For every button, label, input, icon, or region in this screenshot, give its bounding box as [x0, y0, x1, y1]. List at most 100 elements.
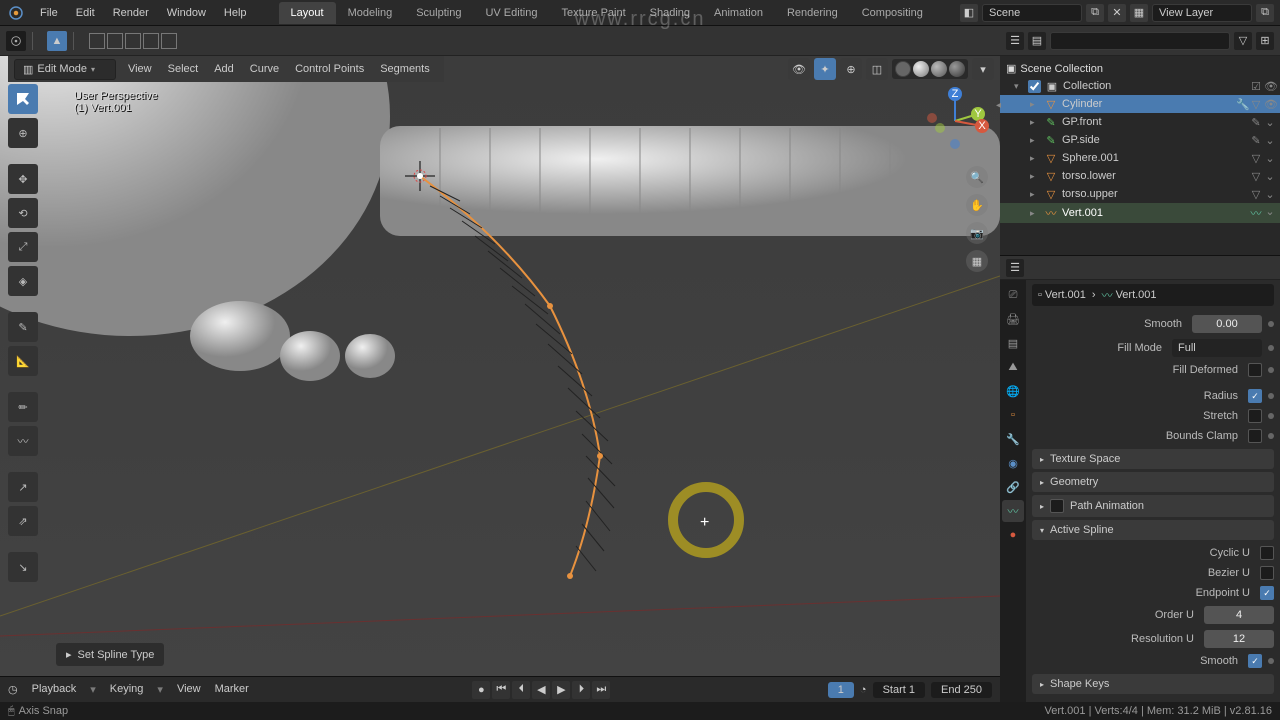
mesh-data-icon[interactable]: ▽	[1250, 98, 1262, 111]
bezier-checkbox[interactable]	[1260, 566, 1274, 580]
modifier-tab-icon[interactable]: 🔧	[1002, 428, 1024, 450]
menu-view[interactable]: View	[120, 60, 160, 78]
disclosure-icon[interactable]: ▸	[1030, 208, 1040, 219]
animate-dot-icon[interactable]	[1268, 658, 1274, 664]
menu-help[interactable]: Help	[216, 3, 255, 23]
collection-row[interactable]: ▾ ▣ Collection ☑👁	[1000, 77, 1280, 95]
output-tab-icon[interactable]: 🖨	[1002, 308, 1024, 330]
scene-delete-icon[interactable]: ✕	[1108, 4, 1126, 22]
lookdev-shading-icon[interactable]	[931, 61, 947, 77]
constraint-tab-icon[interactable]: 🔗	[1002, 476, 1024, 498]
scene-collection-row[interactable]: ▣ Scene Collection	[1000, 60, 1280, 77]
wireframe-shading-icon[interactable]	[895, 61, 911, 77]
display-mode-icon[interactable]: ▤	[1028, 32, 1046, 50]
tab-rendering[interactable]: Rendering	[775, 2, 850, 24]
play-icon[interactable]: ▶	[552, 681, 570, 699]
autokey-toggle-icon[interactable]: ●	[472, 681, 490, 699]
viewlayer-browse-icon[interactable]: ▦	[1130, 4, 1148, 22]
crumb-data[interactable]: 〰Vert.001	[1102, 287, 1157, 303]
chevron-down-icon[interactable]: ⌄	[1264, 134, 1276, 147]
end-frame-input[interactable]: 250	[964, 684, 982, 696]
select-mode-intersect-icon[interactable]	[161, 33, 177, 49]
modifier-icon[interactable]: 🔧	[1236, 98, 1248, 111]
disclosure-icon[interactable]: ▸	[1030, 171, 1040, 182]
disclosure-icon[interactable]: ▸	[1030, 99, 1040, 110]
curve-pen-tool[interactable]: 〰	[8, 426, 38, 456]
gp-data-icon[interactable]: ✎	[1250, 116, 1262, 129]
fillmode-dropdown[interactable]: Full	[1172, 339, 1262, 357]
curve-data-tab-icon[interactable]: 〰	[1002, 500, 1024, 522]
tab-layout[interactable]: Layout	[279, 2, 336, 24]
scene-browse-icon[interactable]: ◧	[960, 4, 978, 22]
menu-playback[interactable]: Playback	[26, 680, 83, 699]
outliner-item-vert[interactable]: ▸ 〰 Vert.001 〰⌄	[1000, 203, 1280, 223]
tab-uv-editing[interactable]: UV Editing	[473, 2, 549, 24]
pan-icon[interactable]: ✋	[966, 194, 988, 216]
eye-icon[interactable]: 👁	[1264, 98, 1276, 111]
tab-shading[interactable]: Shading	[638, 2, 702, 24]
tab-compositing[interactable]: Compositing	[850, 2, 935, 24]
crumb-object[interactable]: ▫Vert.001	[1038, 289, 1086, 301]
menu-keying[interactable]: Keying	[104, 680, 150, 699]
smooth-value[interactable]: 0.00	[1192, 315, 1262, 333]
cursor-tool[interactable]: ⊕	[8, 118, 38, 148]
jump-start-icon[interactable]: ⏮	[492, 681, 510, 699]
animate-dot-icon[interactable]	[1268, 433, 1274, 439]
render-tab-icon[interactable]: ⎚	[1002, 284, 1024, 306]
select-box-tool[interactable]	[8, 84, 38, 114]
outliner-item-cylinder[interactable]: ▸ ▽ Cylinder 🔧▽👁	[1000, 95, 1280, 113]
select-mode-extend-icon[interactable]	[107, 33, 123, 49]
keyframe-next-icon[interactable]: ⏵	[572, 681, 590, 699]
chevron-down-icon[interactable]: ⌄	[1264, 170, 1276, 183]
visibility-dropdown-icon[interactable]: 👁	[788, 58, 810, 80]
scene-tab-icon[interactable]: ⛰	[1002, 356, 1024, 378]
ortho-icon[interactable]: ▦	[966, 250, 988, 272]
animate-dot-icon[interactable]	[1268, 345, 1274, 351]
rendered-shading-icon[interactable]	[949, 61, 965, 77]
viewlayer-name-input[interactable]	[1152, 4, 1252, 22]
cyclic-checkbox[interactable]	[1260, 546, 1274, 560]
active-spline-panel[interactable]: ▾Active Spline	[1032, 520, 1274, 540]
mesh-data-icon[interactable]: ▽	[1250, 188, 1262, 201]
animate-dot-icon[interactable]	[1268, 321, 1274, 327]
outliner-search-input[interactable]	[1050, 32, 1230, 50]
menu-view[interactable]: View	[171, 680, 207, 699]
geometry-panel[interactable]: ▸Geometry	[1032, 472, 1274, 492]
shape-keys-panel[interactable]: ▸Shape Keys	[1032, 674, 1274, 694]
current-frame-input[interactable]: 1	[828, 682, 854, 698]
resolution-value[interactable]: 12	[1204, 630, 1274, 648]
menu-select[interactable]: Select	[160, 60, 207, 78]
menu-window[interactable]: Window	[159, 3, 214, 23]
disclosure-icon[interactable]: ▸	[1030, 189, 1040, 200]
rotate-tool[interactable]: ⟲	[8, 198, 38, 228]
solid-shading-icon[interactable]	[913, 61, 929, 77]
texture-space-panel[interactable]: ▸Texture Space	[1032, 449, 1274, 469]
viewlayer-tab-icon[interactable]: ▤	[1002, 332, 1024, 354]
editor-type-icon[interactable]: ☰	[1006, 259, 1024, 277]
world-tab-icon[interactable]: 🌐	[1002, 380, 1024, 402]
disclosure-icon[interactable]: ▸	[1030, 153, 1040, 164]
viewlayer-new-icon[interactable]: ⧉	[1256, 4, 1274, 22]
area-resize-handle[interactable]: ◂	[996, 56, 1004, 676]
scale-tool[interactable]: ⤢	[8, 232, 38, 262]
scene-name-input[interactable]	[982, 4, 1082, 22]
eye-icon[interactable]: 👁	[1264, 80, 1276, 93]
new-collection-icon[interactable]: ⊞	[1256, 32, 1274, 50]
path-animation-checkbox[interactable]	[1050, 499, 1064, 513]
move-tool[interactable]: ✥	[8, 164, 38, 194]
keyframe-prev-icon[interactable]: ⏴	[512, 681, 530, 699]
chevron-down-icon[interactable]: ⌄	[1264, 116, 1276, 129]
gp-data-icon[interactable]: ✎	[1250, 134, 1262, 147]
physics-tab-icon[interactable]: ◉	[1002, 452, 1024, 474]
animate-dot-icon[interactable]	[1268, 367, 1274, 373]
gizmo-toggle-icon[interactable]: ✦	[814, 58, 836, 80]
tab-animation[interactable]: Animation	[702, 2, 775, 24]
outliner-item-gpfront[interactable]: ▸ ✎ GP.front ✎⌄	[1000, 113, 1280, 131]
transform-tool[interactable]: ◈	[8, 266, 38, 296]
tilt-tool[interactable]: ↗	[8, 472, 38, 502]
mesh-data-icon[interactable]: ▽	[1250, 170, 1262, 183]
menu-marker[interactable]: Marker	[209, 680, 255, 699]
orientation-gizmo[interactable]: Z Y X	[920, 86, 990, 156]
disclosure-icon[interactable]: ▾	[1014, 81, 1024, 92]
chevron-down-icon[interactable]: ⌄	[1264, 188, 1276, 201]
